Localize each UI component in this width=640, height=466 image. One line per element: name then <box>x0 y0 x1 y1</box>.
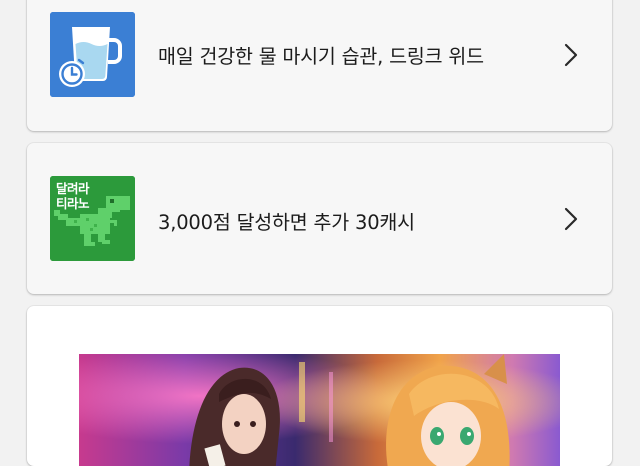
anime-game-banner <box>79 354 560 466</box>
drink-with-thumbnail <box>50 12 135 97</box>
dino-logo-line1: 달려라 <box>56 181 90 196</box>
banner-card[interactable] <box>27 306 612 466</box>
dino-logo-line2: 티라노 <box>56 196 90 211</box>
offer-card-drink-with[interactable]: 매일 건강한 물 마시기 습관, 드링크 위드 <box>27 0 612 131</box>
offer-title: 매일 건강한 물 마시기 습관, 드링크 위드 <box>158 45 484 68</box>
offer-title: 3,000점 달성하면 추가 30캐시 <box>158 211 415 234</box>
dino-run-thumbnail: 달려라 티라노 <box>50 176 135 261</box>
water-cup-alarm-icon <box>50 12 135 97</box>
chevron-right-icon[interactable] <box>562 205 580 233</box>
anime-game-banner-image[interactable] <box>79 354 560 466</box>
chevron-right-icon[interactable] <box>562 41 580 69</box>
offer-card-dino-run[interactable]: 달려라 티라노 3,000점 달성하면 추가 30캐시 <box>27 143 612 294</box>
